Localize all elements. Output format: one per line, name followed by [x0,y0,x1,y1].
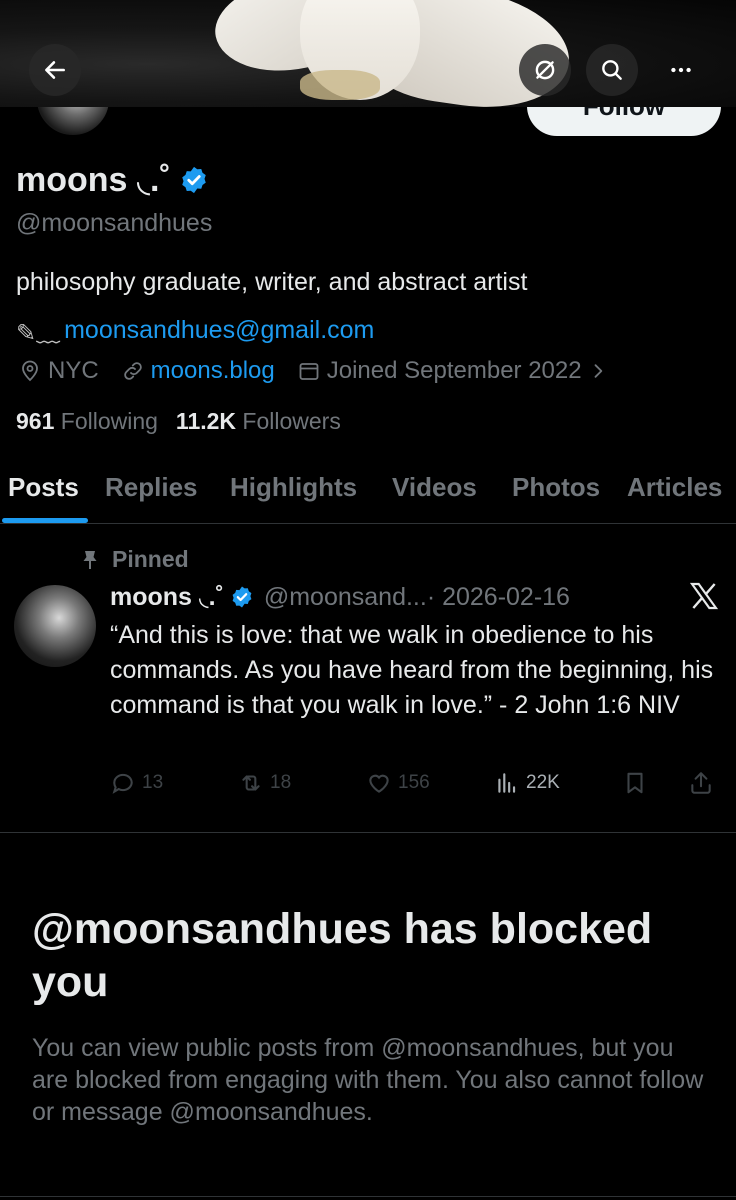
back-button-overlay[interactable] [29,44,81,96]
verified-badge-icon [232,586,252,608]
profile-meta-row: NYC moons.blog Joined September 2022 [18,357,630,385]
chevron-right-icon [594,364,602,378]
tab-articles[interactable]: Articles [627,472,722,503]
joined-text: Joined September 2022 [326,357,582,384]
bio-email-row: ✎﹏ moonsandhues@gmail.com [16,313,374,348]
heart-icon [369,774,389,793]
joined-item[interactable]: Joined September 2022 [297,357,608,385]
following-count: 961 [16,408,55,434]
blocked-message: You can view public posts from @moonsand… [32,1034,704,1126]
post-text[interactable]: “And this is love: that we walk in obedi… [110,618,726,723]
reply-button[interactable]: 13 [110,770,163,796]
like-button[interactable]: 156 [366,770,430,796]
pin-icon [83,550,97,569]
post-header: moons ◟.˚ @moonsand... · 2026-02-16 [110,582,570,612]
slashed-circle-icon [535,60,555,80]
blocked-title: @moonsandhues has blocked you [32,905,653,1006]
following-stat[interactable]: 961 Following [16,408,158,435]
share-icon [691,772,711,794]
repost-count: 18 [270,772,292,793]
website-item[interactable]: moons.blog [121,357,275,385]
post-author-handle[interactable]: @moonsand... [264,583,427,612]
repost-button[interactable]: 18 [238,770,291,796]
profile-handle: @moonsandhues [16,209,213,237]
share-button[interactable] [688,770,714,796]
post-author-name[interactable]: moons ◟.˚ [110,582,224,612]
search-button-overlay[interactable] [586,44,638,96]
followers-count: 11.2K [175,408,237,434]
profile-tabs: Posts Replies Highlights Videos Photos A… [0,460,736,524]
post-divider [0,832,736,833]
location-pin-icon [22,360,38,382]
profile-bio: philosophy graduate, writer, and abstrac… [16,268,528,296]
pencil-doodle: ✎﹏ [16,320,61,347]
tab-photos[interactable]: Photos [512,472,600,503]
arrow-left-icon [45,61,65,79]
pinned-label: Pinned [112,546,189,572]
followers-label: Followers [242,408,341,434]
search-icon [602,60,622,80]
views-chart-icon [498,773,516,793]
location-text: NYC [48,357,99,384]
active-tab-indicator [2,518,88,523]
bookmark-button[interactable] [622,770,648,796]
like-count: 156 [398,772,430,793]
more-dots-icon [671,67,691,73]
followers-stat[interactable]: 11.2K Followers [176,408,341,435]
bookmark-icon [627,772,643,794]
location-item: NYC [18,357,99,385]
tab-highlights[interactable]: Highlights [230,472,357,503]
follow-stats: 961 Following 11.2K Followers [16,408,341,435]
post-date[interactable]: · 2026-02-16 [427,583,570,612]
tab-replies[interactable]: Replies [105,472,198,503]
calendar-icon [299,363,319,380]
website-link[interactable]: moons.blog [151,357,275,385]
profile-name: moons ◟.˚ [16,161,171,199]
verified-badge-icon[interactable] [179,165,209,195]
profile-name-row: moons ◟.˚ [16,160,209,200]
views-count: 22K [526,772,560,793]
tab-posts[interactable]: Posts [8,472,79,503]
post-actions: 13 18 156 22K [110,770,720,804]
link-icon [123,362,142,380]
bottom-divider [0,1196,736,1197]
repost-icon [242,775,260,791]
pinned-indicator: Pinned [80,546,189,573]
tab-videos[interactable]: Videos [392,472,477,503]
more-options-button-overlay[interactable] [655,44,707,96]
following-label: Following [60,408,158,434]
mute-grok-button-overlay[interactable] [519,44,571,96]
email-link[interactable]: moonsandhues@gmail.com [64,316,374,345]
views-button[interactable]: 22K [494,770,560,796]
x-logo-icon [689,582,719,610]
reply-icon [112,773,133,794]
post-author-avatar[interactable] [14,585,96,667]
reply-count: 13 [142,772,164,793]
